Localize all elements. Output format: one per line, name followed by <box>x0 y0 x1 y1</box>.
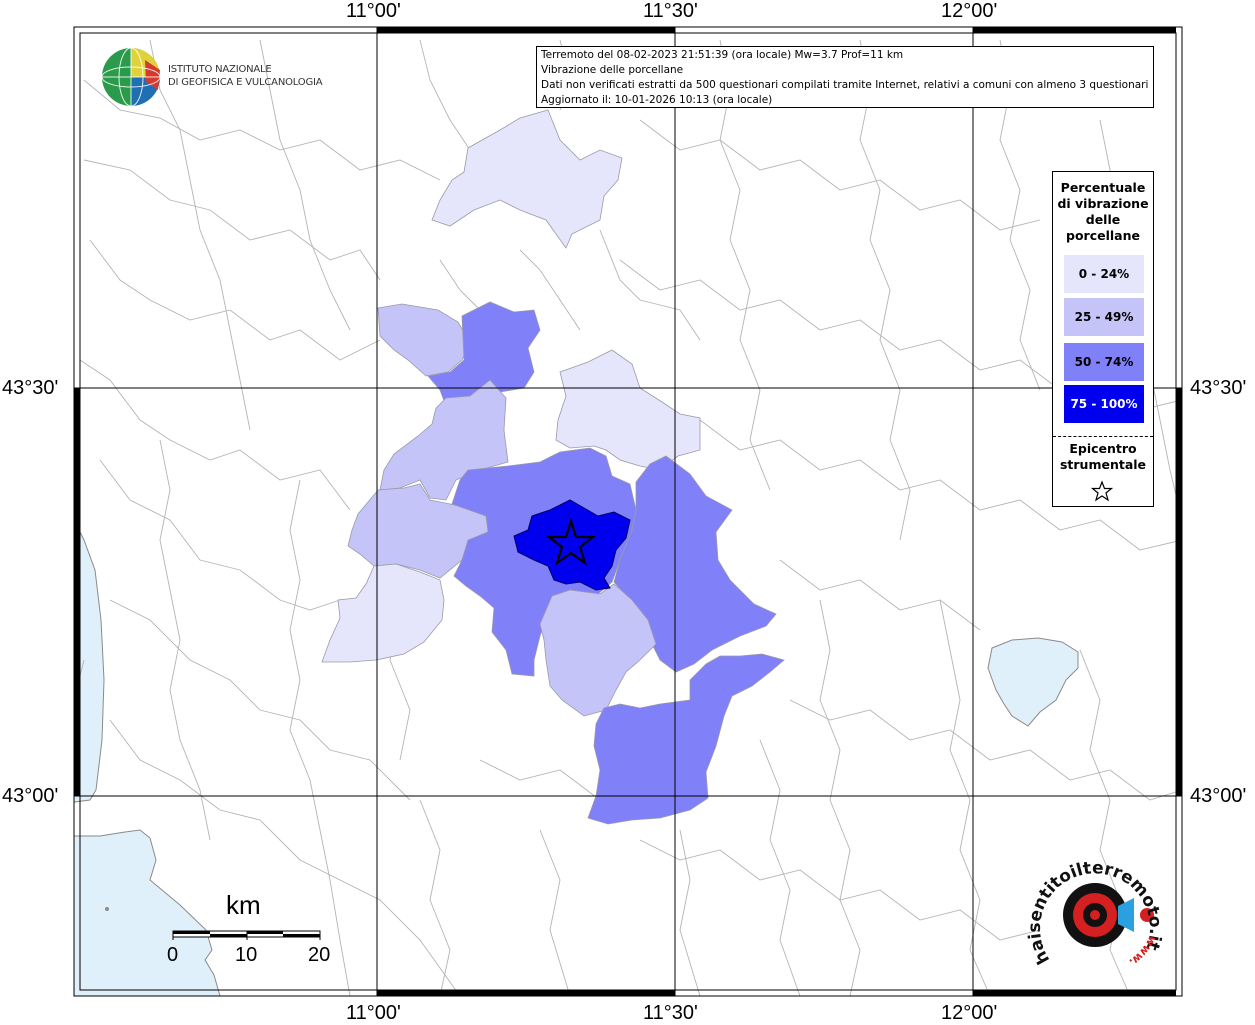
legend-class-75-100: 75 - 100% <box>1064 385 1144 423</box>
ingv-name-line1: ISTITUTO NAZIONALE <box>168 64 272 75</box>
legend-epicenter-line2: strumentale <box>1059 457 1147 472</box>
event-info-line1: Terremoto del 08-02-2023 21:51:39 (ora l… <box>541 49 904 61</box>
lon-label-top-1: 11°00' <box>346 0 401 22</box>
legend-title-line2: di vibrazione <box>1057 196 1149 211</box>
lon-label-top-2: 11°30' <box>643 0 698 22</box>
lon-label-bottom-2: 11°30' <box>643 1002 698 1024</box>
lon-label-top-3: 12°00' <box>941 0 998 22</box>
event-info-line4: Aggiornato il: 10-01-2026 10:13 (ora loc… <box>541 94 773 106</box>
legend-title-line1: Percentuale <box>1060 180 1146 195</box>
ingv-name-line2: DI GEOFISICA E VULCANOLOGIA <box>168 77 323 88</box>
legend-title-line4: porcellane <box>1066 228 1140 243</box>
scale-tick-0: 0 <box>167 944 179 966</box>
lon-label-bottom-1: 11°00' <box>346 1002 401 1024</box>
lat-label-right-1: 43°30' <box>1190 377 1247 399</box>
legend-title-line3: delle <box>1085 212 1121 227</box>
legend-separator <box>1053 436 1153 437</box>
legend-epicenter-label: Epicentro strumentale <box>1053 441 1153 473</box>
ingv-name: ISTITUTO NAZIONALE DI GEOFISICA E VULCAN… <box>168 63 323 89</box>
legend-star-icon <box>1091 480 1113 502</box>
intensity-map: haisentitoilterremoto.it www. <box>73 26 1183 997</box>
event-info-line3: Dati non verificati estratti da 500 ques… <box>541 79 1149 91</box>
legend-class-50-74: 50 - 74% <box>1064 343 1144 381</box>
lat-label-left-2: 43°00' <box>2 785 59 807</box>
event-info-line2: Vibrazione delle porcellane <box>541 64 684 76</box>
legend-class-0-24: 0 - 24% <box>1064 255 1144 293</box>
lat-label-left-1: 43°30' <box>2 377 59 399</box>
scale-unit-label: km <box>226 890 261 920</box>
scale-tick-10: 10 <box>235 944 258 966</box>
legend-class-25-49: 25 - 49% <box>1064 298 1144 336</box>
scale-tick-20: 20 <box>308 944 331 966</box>
lat-label-right-2: 43°00' <box>1190 785 1247 807</box>
legend-title: Percentuale di vibrazione delle porcella… <box>1053 180 1153 244</box>
legend-epicenter-line1: Epicentro <box>1069 441 1137 456</box>
ingv-logo-icon <box>101 47 161 107</box>
event-info-box: Terremoto del 08-02-2023 21:51:39 (ora l… <box>536 46 1154 108</box>
lon-label-bottom-3: 12°00' <box>941 1002 998 1024</box>
legend: Percentuale di vibrazione delle porcella… <box>1052 171 1154 507</box>
